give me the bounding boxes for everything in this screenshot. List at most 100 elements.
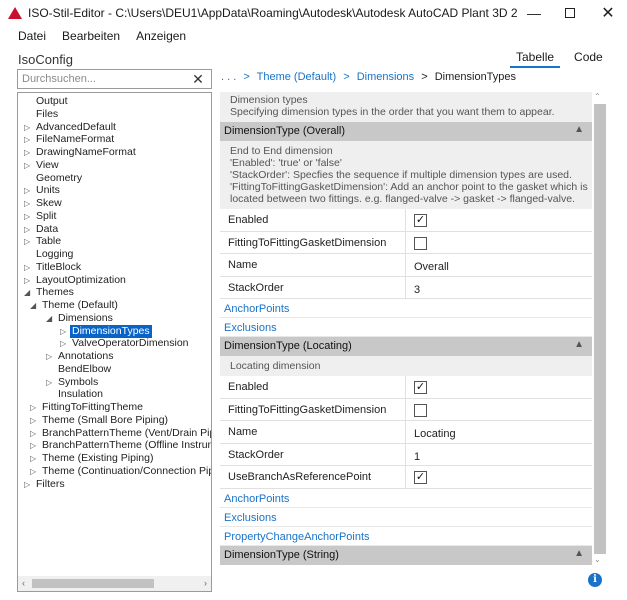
property-value[interactable]: 3 — [414, 284, 420, 296]
menu-anzeigen[interactable]: Anzeigen — [128, 27, 194, 45]
expander-icon[interactable]: ▷ — [24, 133, 34, 146]
tree-item[interactable]: Insulation — [18, 388, 211, 401]
breadcrumb-ellipsis[interactable]: . . . — [221, 71, 236, 83]
expander-icon[interactable]: ▷ — [24, 184, 34, 197]
expander-icon[interactable]: ▷ — [24, 478, 34, 491]
tree-item[interactable]: ◢ Theme (Default) — [18, 299, 211, 312]
section-header[interactable]: DimensionType (String) ▲ — [220, 545, 592, 565]
checkbox-unchecked[interactable] — [414, 236, 427, 250]
checkbox-checked[interactable]: ✓ — [414, 471, 427, 484]
breadcrumb-theme-default[interactable]: Theme (Default) — [257, 71, 336, 83]
expander-icon[interactable]: ▷ — [46, 376, 56, 389]
scrollbar-thumb[interactable] — [32, 579, 154, 588]
tree-item[interactable]: ▷ Skew — [18, 197, 211, 210]
property-value[interactable]: Overall — [414, 261, 449, 273]
tree-item[interactable]: Files — [18, 108, 211, 121]
tree-item[interactable]: ▷ View — [18, 159, 211, 172]
tree-item[interactable]: ▷ Filters — [18, 478, 211, 491]
scroll-up-icon[interactable]: ⌃ — [594, 92, 601, 101]
expander-icon[interactable]: ▷ — [24, 197, 34, 210]
tree-item[interactable]: Geometry — [18, 172, 211, 185]
expander-icon[interactable]: ◢ — [30, 299, 40, 312]
tree-item[interactable]: ▷ DimensionTypes — [18, 324, 211, 338]
tree-item[interactable]: ▷ Split — [18, 210, 211, 223]
tree-item[interactable]: ▷ LayoutOptimization — [18, 274, 211, 287]
checkbox-unchecked[interactable] — [414, 403, 427, 417]
expander-icon[interactable]: ▷ — [24, 210, 34, 223]
tree-horizontal-scrollbar[interactable]: ‹ › — [18, 576, 211, 591]
info-icon[interactable]: i — [588, 573, 602, 587]
expander-icon[interactable]: ▷ — [24, 121, 34, 134]
tree-item[interactable]: ▷ DrawingNameFormat — [18, 146, 211, 159]
clear-search-icon[interactable]: ✕ — [188, 71, 208, 88]
property-vertical-scrollbar[interactable]: ⌃ ⌄ — [592, 92, 606, 567]
expander-icon[interactable]: ▷ — [30, 414, 40, 427]
expander-icon[interactable]: ◢ — [24, 286, 34, 299]
collapse-icon[interactable]: ▲ — [574, 339, 584, 350]
scroll-down-icon[interactable]: ⌄ — [594, 555, 601, 564]
expander-icon[interactable]: ◢ — [46, 312, 56, 325]
tree-item[interactable]: ▷ ValveOperatorDimension — [18, 337, 211, 350]
property-value[interactable]: 1 — [414, 451, 420, 463]
expander-icon[interactable]: ▷ — [30, 439, 40, 452]
tab-code[interactable]: Code — [568, 48, 609, 68]
section-header[interactable]: DimensionType (Locating) ▲ — [220, 337, 592, 356]
scroll-right-icon[interactable]: › — [204, 576, 207, 591]
section-header[interactable]: DimensionType (Overall) ▲ — [220, 122, 592, 141]
tree-item[interactable]: ▷ Data — [18, 223, 211, 236]
tree-item[interactable]: ▷ Symbols — [18, 376, 211, 389]
expander-icon[interactable]: ▷ — [24, 261, 34, 274]
expander-icon[interactable]: ▷ — [30, 401, 40, 414]
tree-item[interactable]: ▷ TitleBlock — [18, 261, 211, 274]
menu-datei[interactable]: Datei — [0, 27, 54, 45]
tree-item[interactable]: ◢ Themes — [18, 286, 211, 299]
tree-item[interactable]: ▷ AdvancedDefault — [18, 121, 211, 134]
property-link[interactable]: PropertyChangeAnchorPoints — [224, 531, 370, 543]
tree-item[interactable]: ◢ Dimensions — [18, 312, 211, 325]
property-link[interactable]: AnchorPoints — [224, 303, 289, 315]
property-name: Name — [228, 259, 258, 271]
collapse-icon[interactable]: ▲ — [574, 124, 584, 135]
tree-item[interactable]: ▷ BranchPatternTheme (Vent/Drain Pipin — [18, 427, 211, 440]
property-link[interactable]: Exclusions — [224, 512, 277, 524]
scroll-left-icon[interactable]: ‹ — [22, 576, 25, 591]
tree-item[interactable]: ▷ Theme (Continuation/Connection Pipi — [18, 465, 211, 478]
tree-item[interactable]: Output — [18, 95, 211, 108]
search-input[interactable] — [18, 70, 188, 88]
expander-icon[interactable]: ▷ — [24, 235, 34, 248]
expander-icon[interactable]: ▷ — [46, 350, 56, 363]
tree-item[interactable]: ▷ FittingToFittingTheme — [18, 401, 211, 414]
expander-icon[interactable]: ▷ — [60, 337, 70, 350]
tab-tabelle[interactable]: Tabelle — [510, 48, 561, 68]
tree-item[interactable]: ▷ Theme (Small Bore Piping) — [18, 414, 211, 427]
tree-item[interactable]: ▷ FileNameFormat — [18, 133, 211, 146]
expander-icon[interactable]: ▷ — [30, 427, 40, 440]
tree-item[interactable]: ▷ BranchPatternTheme (Offline Instrume — [18, 439, 211, 452]
tree-item[interactable]: Logging — [18, 248, 211, 261]
expander-icon[interactable]: ▷ — [24, 274, 34, 287]
expander-icon[interactable]: ▷ — [30, 465, 40, 478]
expander-icon[interactable]: ▷ — [24, 159, 34, 172]
property-value[interactable]: Locating — [414, 428, 456, 440]
tree-item[interactable]: ▷ Units — [18, 184, 211, 197]
scrollbar-thumb[interactable] — [594, 104, 606, 554]
menu-bearbeiten[interactable]: Bearbeiten — [54, 27, 128, 45]
checkbox-checked[interactable]: ✓ — [414, 381, 427, 394]
tree-item[interactable]: ▷ Theme (Existing Piping) — [18, 452, 211, 465]
collapse-icon[interactable]: ▲ — [574, 548, 584, 559]
breadcrumb-dimensions[interactable]: Dimensions — [357, 71, 414, 83]
tree-item[interactable]: ▷ Annotations — [18, 350, 211, 363]
property-link[interactable]: AnchorPoints — [224, 493, 289, 505]
checkbox-checked[interactable]: ✓ — [414, 214, 427, 227]
breadcrumb-current: DimensionTypes — [434, 71, 517, 83]
tree-item[interactable]: ▷ Table — [18, 235, 211, 248]
property-link[interactable]: Exclusions — [224, 322, 277, 334]
expander-icon[interactable]: ▷ — [60, 325, 70, 338]
expander-icon[interactable]: ▷ — [30, 452, 40, 465]
tree-item[interactable]: BendElbow — [18, 363, 211, 376]
expander-icon[interactable]: ▷ — [24, 146, 34, 159]
minimize-button[interactable]: — — [516, 0, 552, 25]
close-button[interactable]: ✕ — [590, 0, 626, 25]
maximize-button[interactable] — [552, 0, 588, 25]
expander-icon[interactable]: ▷ — [24, 223, 34, 236]
